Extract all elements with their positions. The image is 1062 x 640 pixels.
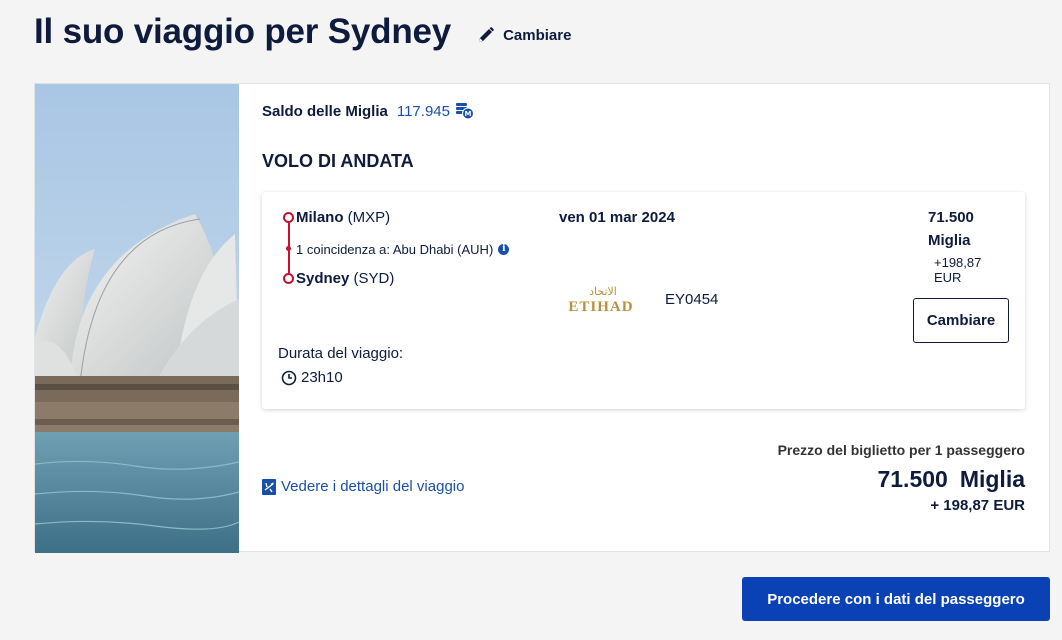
pencil-icon xyxy=(479,27,494,42)
fare-miles-label: Miglia xyxy=(928,232,971,249)
clock-icon xyxy=(281,370,297,385)
svg-text:ETIHAD: ETIHAD xyxy=(568,299,633,314)
connection-text: 1 coincidenza a: Abu Dhabi (AUH) xyxy=(296,242,494,257)
flight-card: Milano (MXP) 1 coincidenza a: Abu Dhabi … xyxy=(262,192,1025,409)
page-title: Il suo viaggio per Sydney xyxy=(34,12,452,51)
flight-number: EY0454 xyxy=(665,290,719,308)
origin-code: (MXP) xyxy=(347,209,391,226)
route-line-icon xyxy=(282,209,296,297)
miles-coins-icon: M xyxy=(455,103,474,120)
outbound-flight-title: VOLO DI ANDATA xyxy=(262,151,414,171)
fare: 71.500 Miglia +198,87 EUR xyxy=(915,209,1005,285)
svg-text:M: M xyxy=(464,110,471,118)
card-body: Saldo delle Miglia 117.945 M VOLO DI AND… xyxy=(262,84,1049,551)
info-icon[interactable]: i xyxy=(498,244,510,255)
fare-eur: +198,87 EUR xyxy=(934,255,982,285)
connection-info: 1 coincidenza a: Abu Dhabi (AUH) i xyxy=(296,242,510,257)
duration-value: 23h10 xyxy=(301,369,343,386)
price-eur: + 198,87 EUR xyxy=(930,497,1025,514)
duration-label: Durata del viaggio: xyxy=(278,345,404,362)
duration: 23h10 xyxy=(281,369,343,386)
flight-date: ven 01 mar 2024 xyxy=(559,209,675,226)
price-summary: Prezzo del biglietto per 1 passeggero 71… xyxy=(778,442,1025,514)
destination-code: (SYD) xyxy=(353,270,395,287)
trip-card: Saldo delle Miglia 117.945 M VOLO DI AND… xyxy=(34,83,1050,553)
change-trip-label: Cambiare xyxy=(503,26,572,44)
origin-city: Milano xyxy=(296,209,344,226)
proceed-passenger-data-button[interactable]: Procedere con i dati del passeggero xyxy=(742,577,1050,621)
airline-info: الاتحاد ETIHAD EY0454 xyxy=(559,284,718,314)
flight-details-icon xyxy=(262,478,276,495)
page-header: Il suo viaggio per Sydney Cambiare xyxy=(34,12,571,52)
miles-balance-value: 117.945 xyxy=(396,102,450,120)
svg-text:الاتحاد: الاتحاد xyxy=(589,285,617,298)
change-flight-button[interactable]: Cambiare xyxy=(913,298,1009,343)
fare-miles: 71.500 xyxy=(928,209,974,226)
origin: Milano (MXP) xyxy=(296,209,390,226)
price-miles: 71.500 Miglia xyxy=(778,466,1025,493)
etihad-logo: الاتحاد ETIHAD xyxy=(568,285,633,314)
price-caption: Prezzo del biglietto per 1 passeggero xyxy=(777,442,1025,458)
trip-details-label: Vedere i dettagli del viaggio xyxy=(281,478,465,495)
trip-details-link[interactable]: Vedere i dettagli del viaggio xyxy=(262,478,464,495)
miles-balance: Saldo delle Miglia 117.945 M xyxy=(262,102,475,120)
price-miles-value: 71.500 xyxy=(877,466,948,492)
miles-balance-label: Saldo delle Miglia xyxy=(262,102,388,120)
sydney-opera-house-photo xyxy=(35,84,239,553)
change-trip-link[interactable]: Cambiare xyxy=(477,26,571,44)
price-miles-label: Miglia xyxy=(959,466,1025,492)
destination-city: Sydney xyxy=(296,270,350,287)
destination: Sydney (SYD) xyxy=(296,270,394,287)
